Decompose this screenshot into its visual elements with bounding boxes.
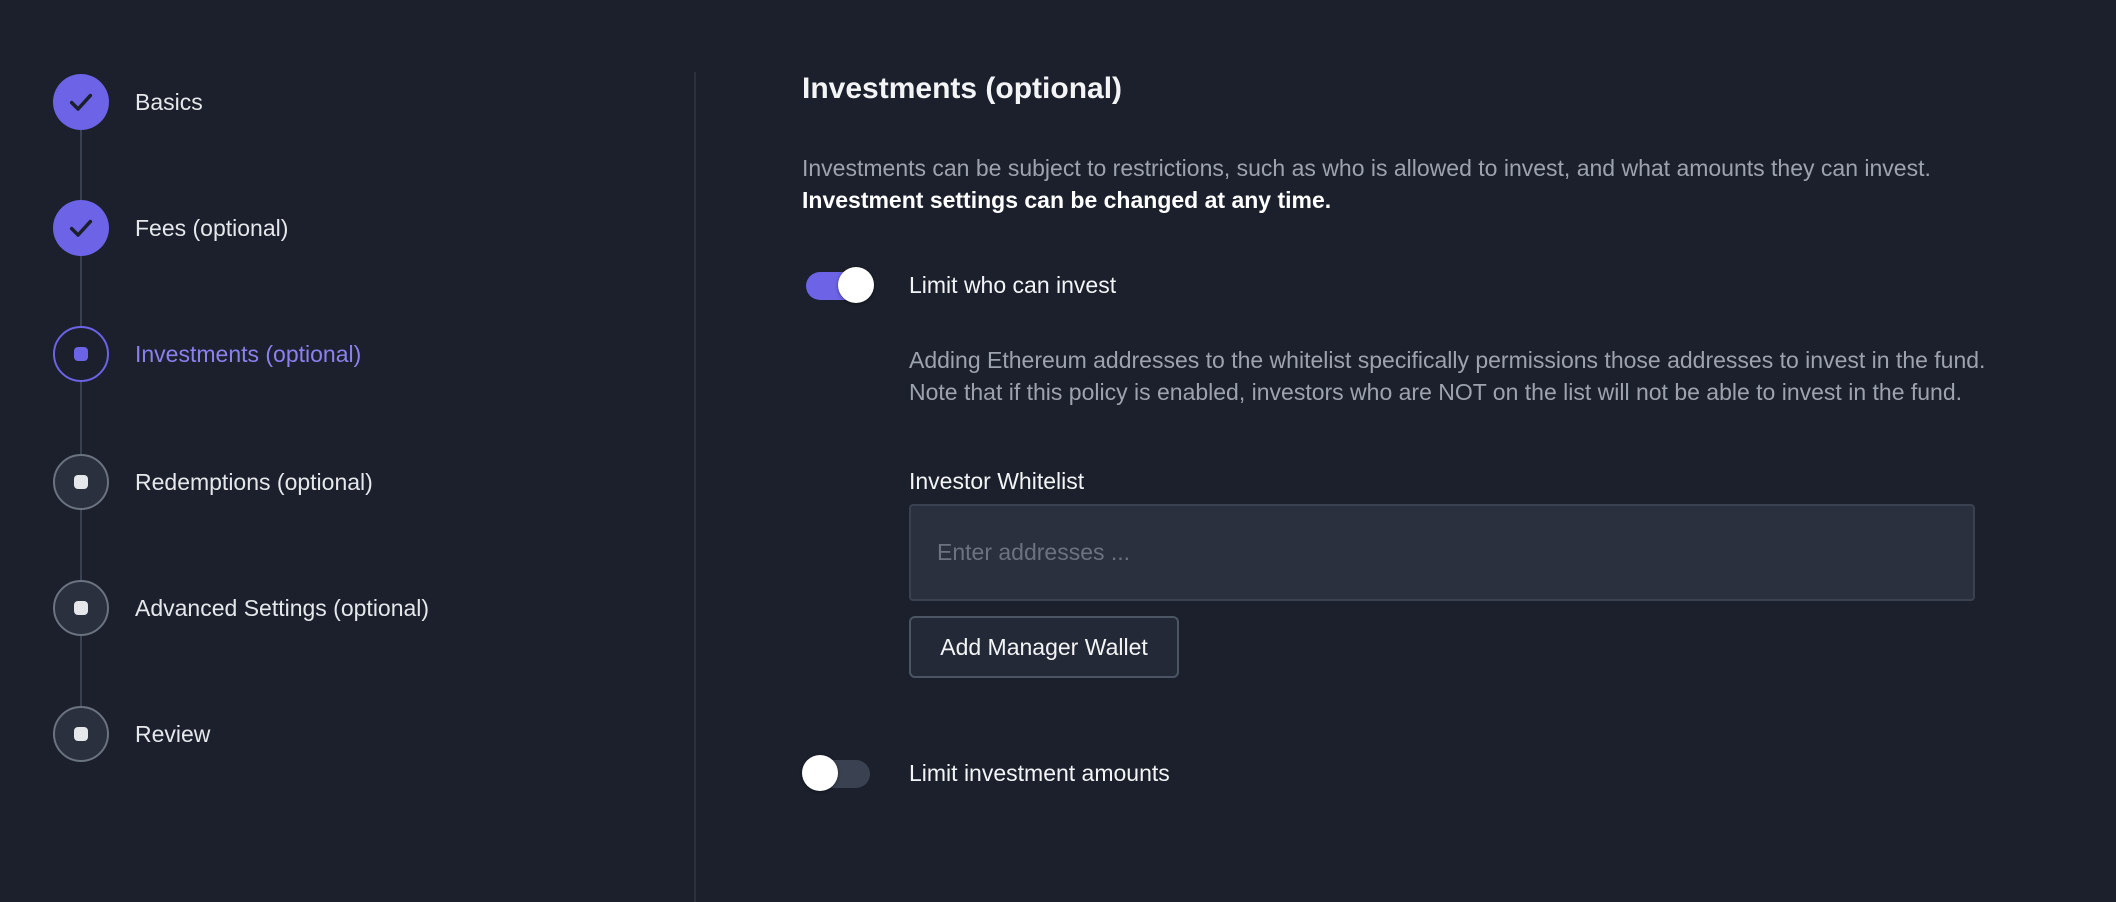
upcoming-step-icon (53, 706, 109, 762)
step-label: Basics (135, 88, 203, 115)
step-label: Investments (optional) (135, 340, 362, 367)
description-emphasis: Investment settings can be changed at an… (802, 187, 1332, 213)
check-icon (53, 74, 109, 130)
limit-who-toggle[interactable] (806, 267, 874, 303)
upcoming-step-icon (53, 580, 109, 636)
whitelist-label: Investor Whitelist (909, 468, 1085, 494)
whitelist-description: Adding Ethereum addresses to the whiteli… (909, 347, 1986, 405)
step-investments[interactable]: Investments (optional) (53, 326, 361, 382)
step-review[interactable]: Review (53, 706, 210, 762)
limit-amounts-label: Limit investment amounts (909, 760, 1170, 786)
page-title: Investments (optional) (802, 72, 1123, 105)
limit-amounts-toggle[interactable] (802, 755, 870, 791)
whitelist-input[interactable] (909, 504, 1975, 601)
step-label: Advanced Settings (optional) (135, 594, 430, 621)
step-advanced-settings[interactable]: Advanced Settings (optional) (53, 580, 429, 636)
fund-setup-wizard: Basics Fees (optional) Investments (opti… (0, 0, 2116, 902)
wizard-stepper: Basics Fees (optional) Investments (opti… (0, 0, 694, 902)
panel-divider (694, 72, 696, 902)
step-basics[interactable]: Basics (53, 74, 203, 130)
step-label: Review (135, 720, 211, 747)
toggle-knob (838, 267, 874, 303)
upcoming-step-icon (53, 454, 109, 510)
step-fees[interactable]: Fees (optional) (53, 200, 288, 256)
description-text: Investments can be subject to restrictio… (802, 155, 1931, 181)
limit-who-label: Limit who can invest (909, 272, 1117, 298)
step-label: Fees (optional) (135, 214, 289, 241)
toggle-knob (802, 755, 838, 791)
step-label: Redemptions (optional) (135, 468, 373, 495)
step-redemptions[interactable]: Redemptions (optional) (53, 454, 373, 510)
investments-panel: Investments (optional) Investments can b… (802, 0, 2002, 902)
add-manager-wallet-button[interactable]: Add Manager Wallet (909, 616, 1179, 678)
current-step-icon (53, 326, 109, 382)
section-description: Investments can be subject to restrictio… (802, 152, 1982, 216)
check-icon (53, 200, 109, 256)
